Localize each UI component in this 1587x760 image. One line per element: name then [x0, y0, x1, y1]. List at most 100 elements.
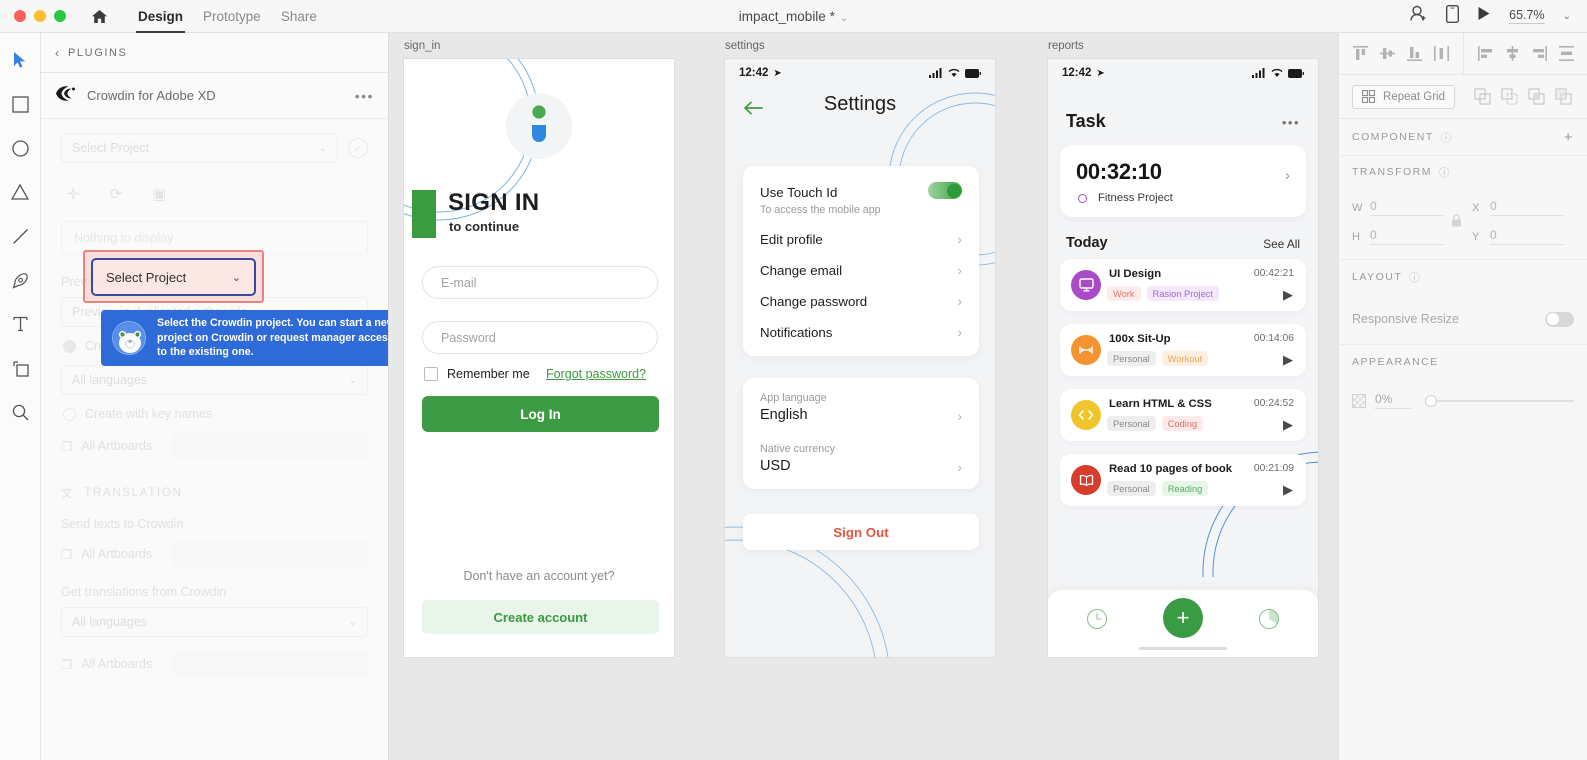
forgot-password-link[interactable]: Forgot password?: [546, 367, 646, 381]
text-tool[interactable]: [7, 311, 33, 337]
email-field[interactable]: E-mail: [422, 266, 658, 299]
zoom-tool[interactable]: [7, 399, 33, 425]
task-item[interactable]: Learn HTML & CSS 00:24:52 Personal Codin…: [1060, 389, 1306, 441]
subtract-shape-icon[interactable]: [1501, 88, 1518, 105]
align-top-icon[interactable]: [1352, 45, 1369, 62]
artboard-name-settings[interactable]: settings: [725, 40, 765, 52]
ellipse-tool[interactable]: [7, 135, 33, 161]
artboard-tool[interactable]: [7, 355, 33, 381]
rectangle-tool[interactable]: [7, 91, 33, 117]
opacity-slider[interactable]: [1425, 394, 1574, 408]
pen-tool[interactable]: [7, 267, 33, 293]
password-field[interactable]: Password: [422, 321, 658, 354]
align-left-icon[interactable]: [1477, 45, 1494, 62]
settings-row-change-password[interactable]: Change password ›: [760, 289, 962, 313]
height-value[interactable]: 0: [1370, 228, 1444, 245]
task-item[interactable]: 100x Sit-Up 00:14:06 Personal Workout ▶: [1060, 324, 1306, 376]
tab-prototype[interactable]: Prototype: [193, 0, 271, 33]
add-shape-icon[interactable]: [1474, 88, 1491, 105]
native-currency-value[interactable]: USD: [760, 458, 791, 474]
repeat-grid-button[interactable]: Repeat Grid: [1352, 84, 1456, 109]
align-right-icon[interactable]: [1531, 45, 1548, 62]
polygon-tool[interactable]: [7, 179, 33, 205]
responsive-resize-toggle[interactable]: [1545, 311, 1574, 327]
opacity-slider-knob[interactable]: [1425, 394, 1437, 407]
chevron-right-icon[interactable]: ›: [957, 408, 962, 424]
remember-me-checkbox[interactable]: [424, 367, 438, 381]
distribute-horizontal-icon[interactable]: [1558, 45, 1575, 62]
add-component-button[interactable]: +: [1564, 129, 1574, 146]
touch-id-toggle[interactable]: [928, 182, 962, 199]
play-icon[interactable]: ▶: [1283, 417, 1293, 433]
width-value[interactable]: 0: [1370, 199, 1444, 216]
artboard-reports[interactable]: 12:42 ➤ Task ••• 00:32:10 › Fitness Proj…: [1048, 59, 1318, 657]
exclude-overlap-icon[interactable]: [1555, 88, 1572, 105]
maximize-window-button[interactable]: [54, 10, 66, 22]
select-tool[interactable]: [7, 47, 33, 73]
titlebar-right-controls: 65.7% ⌄: [1409, 4, 1587, 28]
chevron-down-icon[interactable]: ⌄: [840, 13, 848, 24]
info-icon[interactable]: ⓘ: [1439, 165, 1451, 180]
play-icon[interactable]: [1477, 6, 1491, 26]
info-icon[interactable]: ⓘ: [1441, 130, 1453, 145]
tab-share[interactable]: Share: [271, 0, 327, 33]
create-account-button[interactable]: Create account: [422, 600, 659, 634]
close-window-button[interactable]: [14, 10, 26, 22]
task-item[interactable]: UI Design 00:42:21 Work Rasion Project ▶: [1060, 259, 1306, 311]
info-icon[interactable]: ⓘ: [1409, 270, 1421, 285]
zoom-level-value[interactable]: 65.7%: [1509, 8, 1545, 24]
see-all-link[interactable]: See All: [1263, 237, 1300, 251]
task-time: 00:24:52: [1253, 398, 1294, 409]
device-preview-icon[interactable]: [1446, 4, 1460, 28]
app-language-value[interactable]: English: [760, 407, 808, 423]
align-horizontal-center-icon[interactable]: [1504, 45, 1521, 62]
x-value[interactable]: 0: [1490, 199, 1564, 216]
reports-more-button[interactable]: •••: [1282, 115, 1300, 130]
artboard-name-sign-in[interactable]: sign_in: [404, 40, 440, 52]
remember-me-row[interactable]: Remember me: [424, 367, 530, 381]
active-timer-card[interactable]: 00:32:10 › Fitness Project: [1060, 145, 1306, 217]
add-collaborator-icon[interactable]: [1409, 5, 1428, 27]
task-item[interactable]: Read 10 pages of book 00:21:09 Personal …: [1060, 454, 1306, 506]
play-icon[interactable]: ▶: [1283, 482, 1293, 498]
align-bottom-icon[interactable]: [1406, 45, 1423, 62]
distribute-vertical-icon[interactable]: [1433, 45, 1450, 62]
settings-row-change-email[interactable]: Change email ›: [760, 258, 962, 282]
design-canvas[interactable]: sign_in SIGN IN to continue E-mail Passw…: [389, 33, 1338, 760]
artboard-sign-in[interactable]: SIGN IN to continue E-mail Password Reme…: [404, 59, 674, 657]
home-icon[interactable]: [88, 6, 110, 26]
play-icon[interactable]: ▶: [1283, 352, 1293, 368]
chevron-down-icon[interactable]: ⌄: [232, 271, 241, 284]
artboard-name-reports[interactable]: reports: [1048, 40, 1084, 52]
sign-out-button[interactable]: Sign Out: [743, 514, 979, 550]
y-value[interactable]: 0: [1490, 228, 1564, 245]
pie-chart-icon[interactable]: [1258, 608, 1280, 630]
settings-row-edit-profile[interactable]: Edit profile ›: [760, 227, 962, 251]
align-vertical-center-icon[interactable]: [1379, 45, 1396, 62]
intersect-shape-icon[interactable]: [1528, 88, 1545, 105]
play-icon[interactable]: ▶: [1283, 287, 1293, 303]
artboard-settings[interactable]: 12:42 ➤ Settings Use Touch Id To access …: [725, 59, 995, 657]
log-in-button[interactable]: Log In: [422, 396, 659, 432]
chevron-left-icon[interactable]: ‹: [55, 46, 59, 60]
x-field[interactable]: X 0: [1472, 199, 1564, 216]
zoom-dropdown-icon[interactable]: ⌄: [1563, 11, 1571, 22]
lock-aspect-ratio-icon[interactable]: [1451, 214, 1462, 232]
minimize-window-button[interactable]: [34, 10, 46, 22]
clock-icon[interactable]: [1086, 608, 1108, 630]
window-controls[interactable]: [0, 10, 66, 22]
settings-row-notifications[interactable]: Notifications ›: [760, 320, 962, 344]
add-task-button[interactable]: +: [1163, 598, 1203, 638]
mode-tabs[interactable]: Design Prototype Share: [128, 0, 327, 33]
opacity-value[interactable]: 0%: [1375, 392, 1411, 409]
width-field[interactable]: W 0: [1352, 199, 1444, 216]
chevron-right-icon[interactable]: ›: [1285, 167, 1290, 184]
height-field[interactable]: H 0: [1352, 228, 1444, 245]
plugin-more-button[interactable]: •••: [355, 88, 374, 104]
line-tool[interactable]: [7, 223, 33, 249]
chevron-right-icon[interactable]: ›: [957, 459, 962, 475]
select-project-dropdown[interactable]: Select Project ⌄: [91, 258, 256, 296]
y-field[interactable]: Y 0: [1472, 228, 1564, 245]
tab-design[interactable]: Design: [128, 0, 193, 33]
plugins-back-header[interactable]: ‹ PLUGINS: [41, 33, 388, 73]
